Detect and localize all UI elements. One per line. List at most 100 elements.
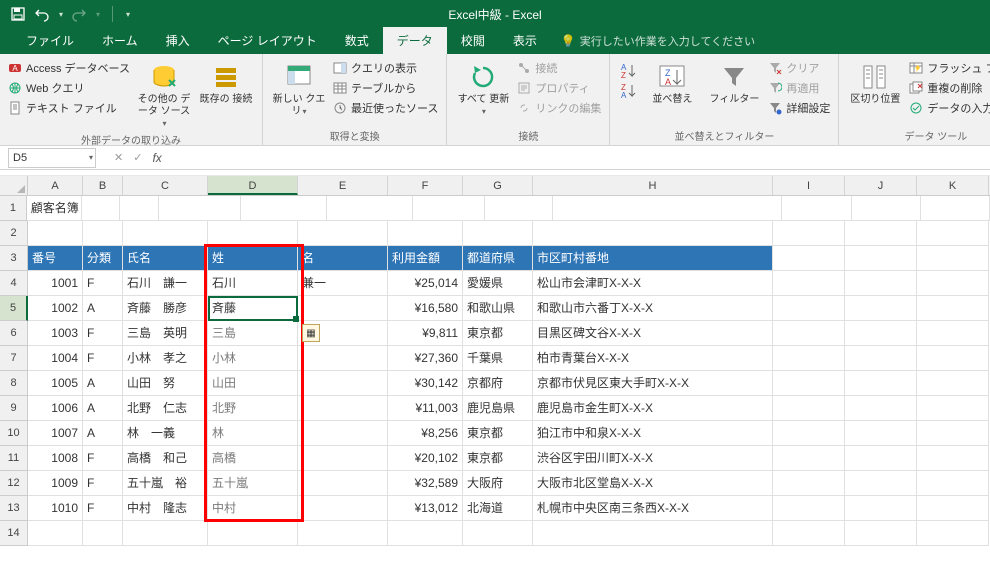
cell[interactable]: 北海道 xyxy=(463,496,533,521)
cell[interactable]: 山田 努 xyxy=(123,371,208,396)
cell[interactable] xyxy=(463,221,533,246)
cell[interactable]: ¥8,256 xyxy=(388,421,463,446)
cell[interactable]: 中村 隆志 xyxy=(123,496,208,521)
sort-asc-button[interactable]: AZ xyxy=(618,62,638,80)
cell[interactable] xyxy=(298,421,388,446)
cell[interactable] xyxy=(845,471,917,496)
cell[interactable]: 斉藤 xyxy=(208,296,298,321)
cell[interactable] xyxy=(773,221,845,246)
row-header[interactable]: 10 xyxy=(0,421,28,446)
cell[interactable]: 1004 xyxy=(28,346,83,371)
cell[interactable] xyxy=(845,221,917,246)
cell[interactable] xyxy=(298,471,388,496)
formula-input[interactable] xyxy=(162,148,990,168)
cell[interactable]: 名 xyxy=(298,246,388,271)
cell[interactable] xyxy=(773,346,845,371)
clear-filter-button[interactable]: クリア xyxy=(768,60,830,76)
cell[interactable]: 石川 謙一 xyxy=(123,271,208,296)
column-header-C[interactable]: C xyxy=(123,176,208,195)
tab-review[interactable]: 校閲 xyxy=(447,27,499,54)
row-header[interactable]: 12 xyxy=(0,471,28,496)
row-header[interactable]: 6 xyxy=(0,321,28,346)
cell[interactable]: F xyxy=(83,346,123,371)
refresh-all-button[interactable]: すべて 更新▾ xyxy=(455,58,511,118)
cell[interactable] xyxy=(298,446,388,471)
cell[interactable]: 石川 xyxy=(208,271,298,296)
cell[interactable]: 市区町村番地 xyxy=(533,246,773,271)
cell[interactable] xyxy=(208,521,298,546)
column-header-I[interactable]: I xyxy=(773,176,845,195)
flash-fill-button[interactable]: フラッシュ フィル xyxy=(909,60,990,76)
tell-me-search[interactable]: 💡実行したい作業を入力してください xyxy=(551,28,765,54)
tab-home[interactable]: ホーム xyxy=(88,27,152,54)
cell[interactable]: 三島 英明 xyxy=(123,321,208,346)
cell[interactable]: 松山市会津町X-X-X xyxy=(533,271,773,296)
cell[interactable] xyxy=(298,496,388,521)
cell[interactable] xyxy=(845,421,917,446)
cell[interactable] xyxy=(845,346,917,371)
cell[interactable] xyxy=(917,271,989,296)
filter-button[interactable]: フィルター xyxy=(706,58,762,106)
cell[interactable]: 東京都 xyxy=(463,421,533,446)
row-header[interactable]: 5 xyxy=(0,296,28,321)
row-header[interactable]: 3 xyxy=(0,246,28,271)
row-header[interactable]: 13 xyxy=(0,496,28,521)
row-header[interactable]: 14 xyxy=(0,521,28,546)
cell[interactable] xyxy=(917,371,989,396)
cell[interactable]: 高橋 和己 xyxy=(123,446,208,471)
cell[interactable] xyxy=(917,296,989,321)
cell[interactable] xyxy=(917,496,989,521)
cell[interactable]: 都道府県 xyxy=(463,246,533,271)
existing-connections-button[interactable]: 既存の 接続 xyxy=(198,58,254,106)
cell[interactable]: 京都市伏見区東大手町X-X-X xyxy=(533,371,773,396)
select-all-corner[interactable] xyxy=(0,176,28,196)
cell[interactable] xyxy=(917,346,989,371)
cell[interactable]: 1003 xyxy=(28,321,83,346)
cell[interactable] xyxy=(845,321,917,346)
cell[interactable]: ¥32,589 xyxy=(388,471,463,496)
column-header-J[interactable]: J xyxy=(845,176,917,195)
cell[interactable] xyxy=(773,521,845,546)
fx-icon[interactable]: fx xyxy=(152,151,161,165)
cell[interactable] xyxy=(298,371,388,396)
from-table-button[interactable]: テーブルから xyxy=(333,80,438,96)
cell[interactable]: 東京都 xyxy=(463,446,533,471)
tab-file[interactable]: ファイル xyxy=(12,27,88,54)
cell[interactable]: 北野 xyxy=(208,396,298,421)
cell[interactable] xyxy=(485,196,552,221)
reapply-button[interactable]: 再適用 xyxy=(768,80,830,96)
cell[interactable]: 1010 xyxy=(28,496,83,521)
cell[interactable]: ¥16,580 xyxy=(388,296,463,321)
properties-button[interactable]: プロパティ xyxy=(517,80,601,96)
cell[interactable] xyxy=(773,321,845,346)
cell[interactable]: ¥27,360 xyxy=(388,346,463,371)
spreadsheet-grid[interactable]: ABCDEFGHIJK 1顧客名簿23番号分類氏名姓名利用金額都道府県市区町村番… xyxy=(0,176,990,546)
column-header-D[interactable]: D xyxy=(208,176,298,195)
column-header-F[interactable]: F xyxy=(388,176,463,195)
cell[interactable]: ¥13,012 xyxy=(388,496,463,521)
cell[interactable] xyxy=(917,396,989,421)
cell[interactable] xyxy=(82,196,121,221)
from-access-button[interactable]: AAccess データベース xyxy=(8,60,130,76)
cell[interactable] xyxy=(773,371,845,396)
redo-dropdown[interactable]: ▾ xyxy=(96,10,100,19)
cell[interactable]: 三島 xyxy=(208,321,298,346)
column-header-B[interactable]: B xyxy=(83,176,123,195)
cell[interactable] xyxy=(83,221,123,246)
cell[interactable]: 1005 xyxy=(28,371,83,396)
cell[interactable] xyxy=(413,196,485,221)
cell[interactable] xyxy=(123,521,208,546)
cell[interactable]: 斉藤 勝彦 xyxy=(123,296,208,321)
row-header[interactable]: 11 xyxy=(0,446,28,471)
cell[interactable] xyxy=(533,521,773,546)
data-validation-button[interactable]: データの入力規則▾ xyxy=(909,100,990,116)
flash-fill-options-button[interactable]: ▦ xyxy=(302,324,320,342)
tab-pagelayout[interactable]: ページ レイアウト xyxy=(204,27,331,54)
cell[interactable]: 利用金額 xyxy=(388,246,463,271)
cell[interactable]: 姓 xyxy=(208,246,298,271)
cell[interactable]: F xyxy=(83,496,123,521)
cell[interactable] xyxy=(845,271,917,296)
cell[interactable]: 兼一 xyxy=(298,271,388,296)
row-header[interactable]: 4 xyxy=(0,271,28,296)
cell[interactable]: 大阪府 xyxy=(463,471,533,496)
